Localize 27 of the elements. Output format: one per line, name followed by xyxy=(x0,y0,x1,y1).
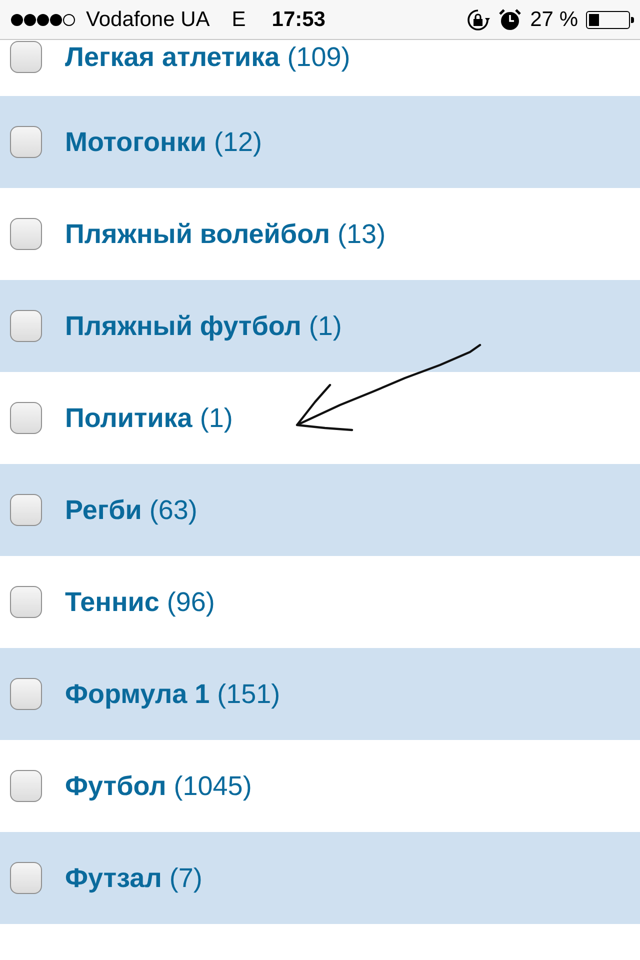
battery-percent: 27 % xyxy=(530,8,578,32)
checkbox[interactable] xyxy=(10,126,42,158)
checkbox[interactable] xyxy=(10,402,42,434)
category-label[interactable]: Формула 1 (151) xyxy=(65,678,280,710)
network-type: E xyxy=(232,8,246,32)
checkbox[interactable] xyxy=(10,494,42,526)
category-label[interactable]: Футбол (1045) xyxy=(65,770,252,802)
rotation-lock-icon xyxy=(466,8,490,32)
checkbox[interactable] xyxy=(10,678,42,710)
checkbox[interactable] xyxy=(10,586,42,618)
checkbox[interactable] xyxy=(10,218,42,250)
category-label[interactable]: Пляжный футбол (1) xyxy=(65,310,342,342)
checkbox[interactable] xyxy=(10,862,42,894)
checkbox[interactable] xyxy=(10,41,42,73)
checkbox[interactable] xyxy=(10,770,42,802)
alarm-icon xyxy=(498,8,522,32)
category-label[interactable]: Политика (1) xyxy=(65,402,233,434)
category-label[interactable]: Легкая атлетика (109) xyxy=(65,41,350,73)
category-label[interactable]: Регби (63) xyxy=(65,494,198,526)
checkbox[interactable] xyxy=(10,310,42,342)
category-label[interactable]: Теннис (96) xyxy=(65,586,215,618)
category-label[interactable]: Мотогонки (12) xyxy=(65,126,262,158)
carrier-name: Vodafone UA xyxy=(86,8,210,32)
signal-icon xyxy=(10,12,76,26)
category-label[interactable]: Футзал (7) xyxy=(65,862,202,894)
category-label[interactable]: Пляжный волейбол (13) xyxy=(65,218,386,250)
clock-time: 17:53 xyxy=(272,8,326,32)
